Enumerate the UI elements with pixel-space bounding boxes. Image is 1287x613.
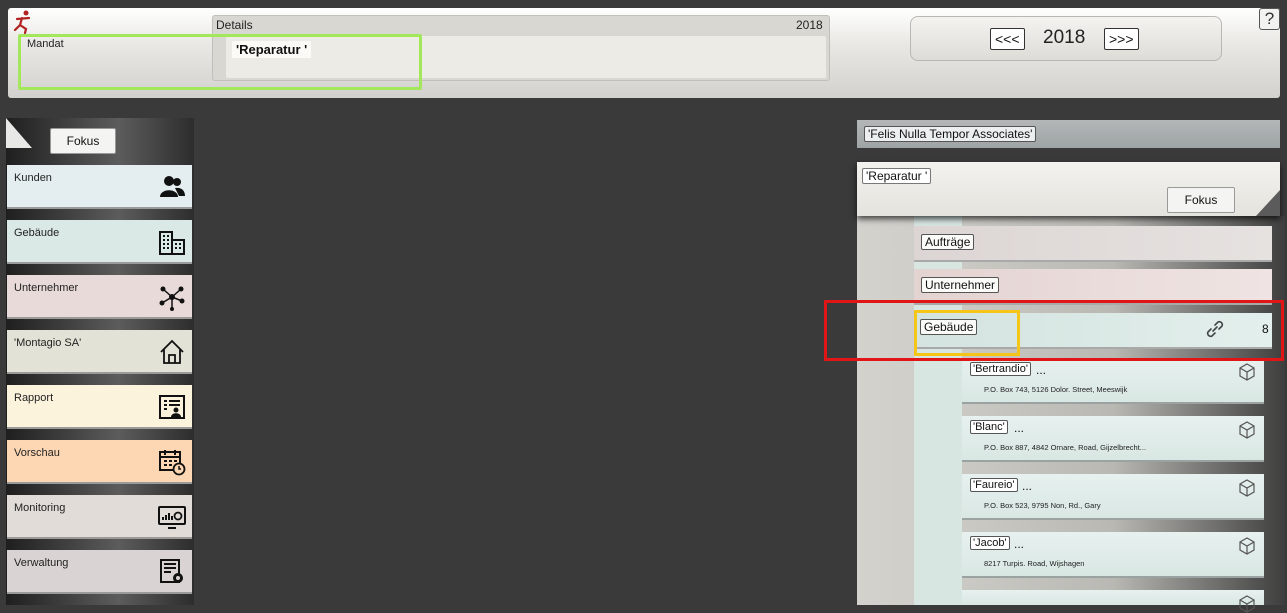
buildings-icon [159, 231, 185, 255]
building-more: ... [1014, 421, 1025, 435]
building-card[interactable]: 'Blanc' ... P.O. Box 887, 4842 Ornare, R… [962, 416, 1264, 462]
details-title: Details [216, 18, 253, 32]
building-name[interactable]: 'Jacob' [970, 536, 1010, 550]
sidebar-item-label: Kunden [14, 172, 52, 184]
building-more: ... [1014, 537, 1025, 551]
sidebar-item-label: Rapport [14, 392, 54, 404]
sidebar-item-label: Verwaltung [14, 557, 69, 569]
building-name[interactable]: 'Bertrandio' [970, 362, 1031, 376]
cube-icon[interactable] [1238, 421, 1256, 439]
monitor-icon [158, 506, 186, 529]
building-more: ... [1022, 479, 1033, 493]
mandate-name-button[interactable]: 'Reparatur ' [862, 168, 932, 184]
mandate-collapse-toggle[interactable] [1256, 190, 1280, 216]
cube-icon[interactable] [1238, 595, 1256, 613]
details-year: 2018 [796, 18, 823, 32]
cube-icon[interactable] [1238, 479, 1256, 497]
building-address: P.O. Box 743, 5126 Dolor. Street, Meeswi… [984, 385, 1128, 394]
app-logo-icon [13, 10, 31, 34]
mandat-highlight [18, 34, 422, 90]
house-icon [160, 339, 184, 364]
help-button[interactable]: ? [1259, 8, 1280, 30]
sidebar-item-label: Vorschau [14, 447, 60, 459]
people-icon [160, 176, 185, 197]
sidebar-item-verwaltung[interactable]: Verwaltung [7, 550, 192, 594]
sidebar-item-label: Unternehmer [14, 282, 79, 294]
sidebar-item-montagio[interactable]: 'Montagio SA' [7, 330, 192, 374]
tree-row-auftraege[interactable]: Aufträge [914, 226, 1272, 262]
building-card[interactable]: 'Jacob' ... 8217 Turpis. Road, Wijshagen [962, 532, 1264, 578]
gebaeude-row-highlight [824, 300, 1284, 361]
current-year: 2018 [1043, 27, 1086, 48]
calendar-icon [159, 450, 186, 476]
building-address: 8217 Turpis. Road, Wijshagen [984, 559, 1085, 568]
building-address: P.O. Box 523, 9795 Non, Rd., Gary [984, 501, 1101, 510]
cube-icon[interactable] [1238, 363, 1256, 381]
mandate-fokus-button[interactable]: Fokus [1167, 187, 1235, 213]
building-card[interactable]: 'Faureio' ... P.O. Box 523, 9795 Non, Rd… [962, 474, 1264, 520]
sidebar-item-label: Monitoring [14, 502, 66, 514]
network-icon [159, 286, 185, 311]
building-card[interactable]: 'Bertrandio' ... P.O. Box 743, 5126 Dolo… [962, 358, 1264, 404]
report-icon [159, 395, 185, 419]
sidebar-item-rapport[interactable]: Rapport [7, 385, 192, 429]
sidebar-item-label: 'Montagio SA' [14, 337, 82, 349]
settings-doc-icon [160, 559, 183, 583]
auftraege-button[interactable]: Aufträge [921, 234, 975, 250]
sidebar-item-label: Gebäude [14, 227, 60, 239]
client-name-button[interactable]: 'Felis Nulla Tempor Associates' [864, 126, 1037, 142]
sidebar-item-monitoring[interactable]: Monitoring [7, 495, 192, 539]
building-more: ... [1036, 363, 1047, 377]
gebaeude-button-highlight [914, 310, 1020, 356]
previous-year-button[interactable]: <<< [990, 28, 1025, 50]
unternehmer-button[interactable]: Unternehmer [921, 277, 1000, 293]
cube-icon[interactable] [1238, 537, 1256, 555]
sidebar-fokus-button[interactable]: Fokus [50, 128, 116, 154]
sidebar-collapse-toggle[interactable] [6, 118, 32, 148]
sidebar-item-unternehmer[interactable]: Unternehmer [7, 275, 192, 319]
sidebar-item-kunden[interactable]: Kunden [7, 165, 192, 209]
sidebar-item-vorschau[interactable]: Vorschau [7, 440, 192, 484]
next-year-button[interactable]: >>> [1104, 28, 1139, 50]
building-name[interactable]: 'Blanc' [970, 420, 1008, 434]
building-address: P.O. Box 887, 4842 Ornare, Road, Gijzelb… [984, 443, 1147, 452]
building-name[interactable]: 'Faureio' [970, 478, 1018, 492]
building-card[interactable] [962, 590, 1264, 613]
sidebar-item-gebaeude[interactable]: Gebäude [7, 220, 192, 264]
